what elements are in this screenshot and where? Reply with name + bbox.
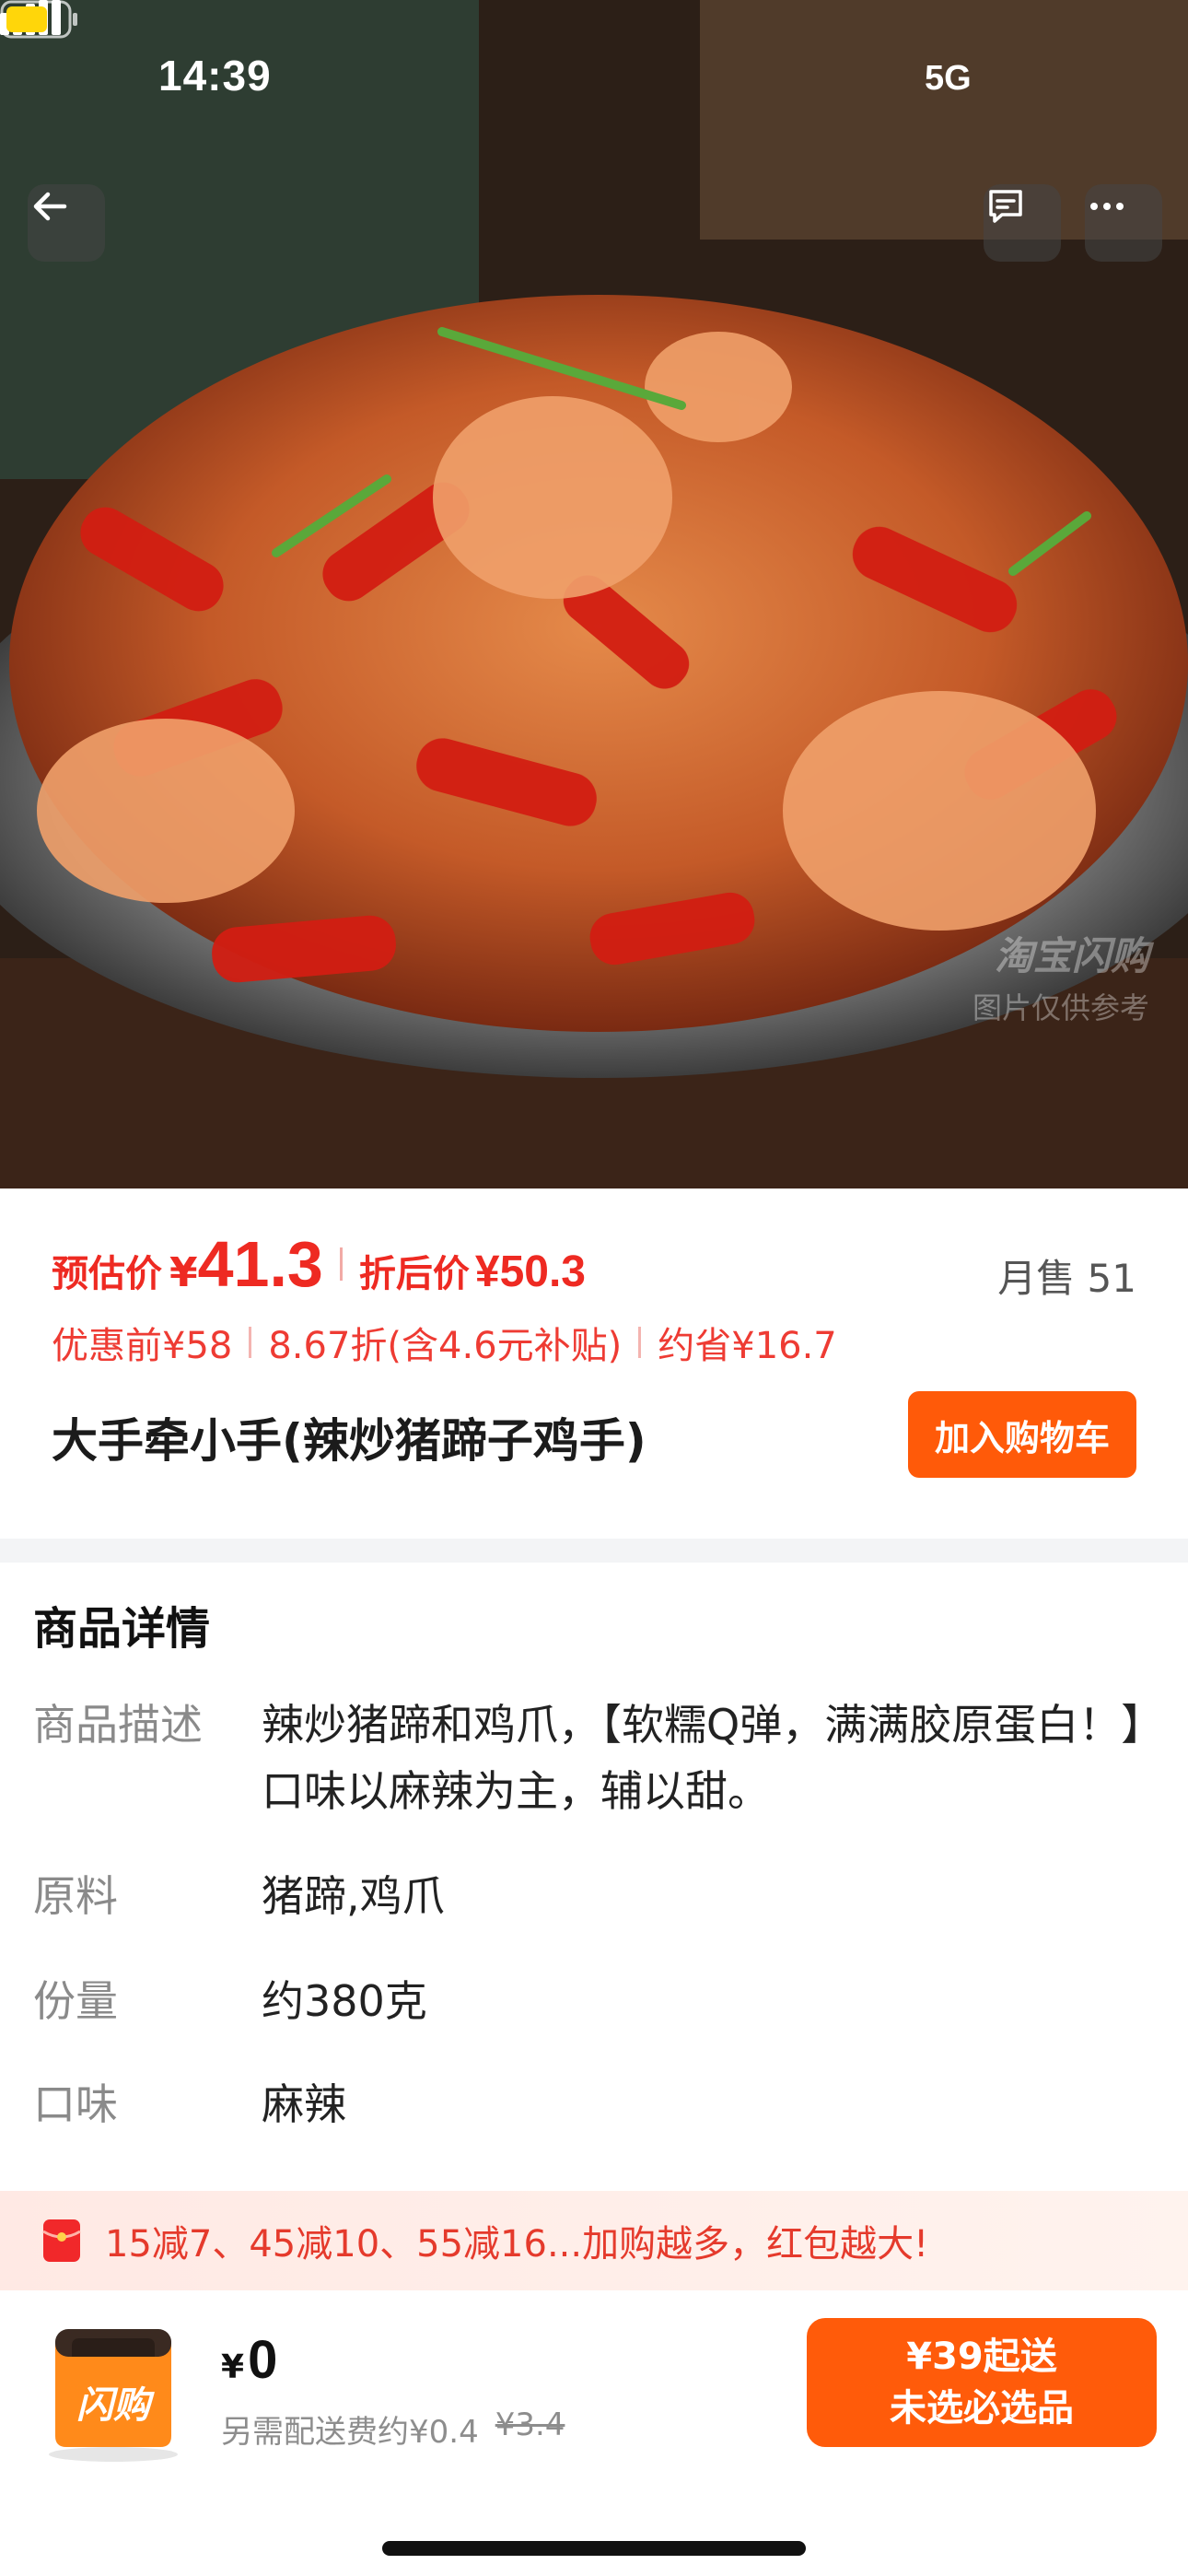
detail-row-flavor: 口味 麻辣 [33,2071,1164,2137]
bottom-bar: 闪购 ¥ 0 另需配送费约¥0.4 ¥3.4 ¥39起送 未选必选品 [0,2290,1188,2576]
original-price: 优惠前¥58 [52,1325,233,1367]
detail-key: 原料 [33,1871,118,1921]
estimated-price-label: 预估价 [52,1253,162,1295]
section-divider [0,1539,1188,1563]
checkout-button[interactable]: ¥39起送 未选必选品 [807,2318,1157,2447]
red-packet-icon [42,2219,81,2262]
battery-icon [0,0,77,39]
cart-total: ¥ 0 [221,2329,277,2391]
cart-total-value: 0 [248,2330,278,2390]
min-order-label: ¥39起送 [906,2336,1057,2378]
detail-key: 口味 [33,2079,118,2129]
promo-banner[interactable]: 15减7、45减10、55减16...加购越多，红包越大! [0,2191,1188,2290]
savings-amount: 约省¥16.7 [658,1325,837,1367]
detail-row-description: 商品描述 辣炒猪蹄和鸡爪，【软糯Q弹，满满胶原蛋白！】口味以麻辣为主，辅以甜。 [33,1692,1164,1824]
delivery-fee: 另需配送费约¥0.4 ¥3.4 [221,2406,565,2452]
divider [638,1327,642,1358]
detail-value: 猪蹄,鸡爪 [262,1871,445,1921]
discounted-price-label: 折后价 [358,1253,470,1295]
discount-rate: 8.67折(含4.6元补贴) [268,1325,623,1367]
more-button[interactable] [1085,184,1162,262]
status-bar: 14:39 5G [0,0,1188,138]
status-time: 14:39 [158,52,272,100]
watermark-brand: 淘宝闪购 [994,934,1149,978]
required-item-label: 未选必选品 [890,2387,1074,2430]
add-to-cart-button[interactable]: 加入购物车 [908,1391,1136,1478]
detail-row-ingredients: 原料 猪蹄,鸡爪 [33,1863,1164,1929]
currency-symbol: ¥ [169,1249,198,1296]
detail-value: 麻辣 [262,2079,346,2129]
shangou-bag-icon[interactable]: 闪购 [35,2309,192,2465]
message-icon [989,190,1022,223]
message-button[interactable] [984,184,1061,262]
price-row: 预估价 ¥ 41.3 折后价 ¥50.3 [52,1227,586,1301]
divider [249,1327,252,1358]
more-dots-icon [1090,203,1124,210]
original-delivery-fee: ¥3.4 [495,2406,565,2443]
discount-info-row[interactable]: 优惠前¥58 8.67折(含4.6元补贴) 约省¥16.7 [52,1316,837,1369]
product-photo[interactable]: 14:39 5G 淘宝闪购 图片仅供参考 [0,0,1188,1188]
price-section: 预估价 ¥ 41.3 折后价 ¥50.3 月售 51 优惠前¥58 8.67折(… [0,1188,1188,1539]
monthly-sales: 月售 51 [997,1256,1136,1301]
discounted-price-value: ¥50.3 [474,1247,586,1296]
image-watermark: 淘宝闪购 图片仅供参考 [973,925,1149,1027]
promo-text: 15减7、45减10、55减16...加购越多，红包越大! [105,2223,929,2266]
detail-key: 商品描述 [33,1700,203,1750]
detail-value: 约380克 [262,1976,427,2026]
divider [339,1247,343,1281]
watermark-note: 图片仅供参考 [972,991,1149,1025]
bag-label: 闪购 [76,2385,155,2426]
detail-key: 份量 [33,1976,118,2026]
currency-symbol: ¥ [221,2348,245,2386]
product-title: 大手牵小手(辣炒猪蹄子鸡手) [52,1414,646,1468]
back-arrow-icon [33,192,67,221]
home-indicator[interactable] [382,2541,806,2556]
back-button[interactable] [28,184,105,262]
detail-value: 辣炒猪蹄和鸡爪，【软糯Q弹，满满胶原蛋白！】口味以麻辣为主，辅以甜。 [262,1700,1164,1816]
delivery-fee-text: 另需配送费约¥0.4 [221,2414,479,2451]
details-title: 商品详情 [33,1603,211,1655]
estimated-price-value: 41.3 [197,1228,323,1300]
network-label: 5G [925,59,972,98]
detail-row-portion: 份量 约380克 [33,1968,1164,2034]
